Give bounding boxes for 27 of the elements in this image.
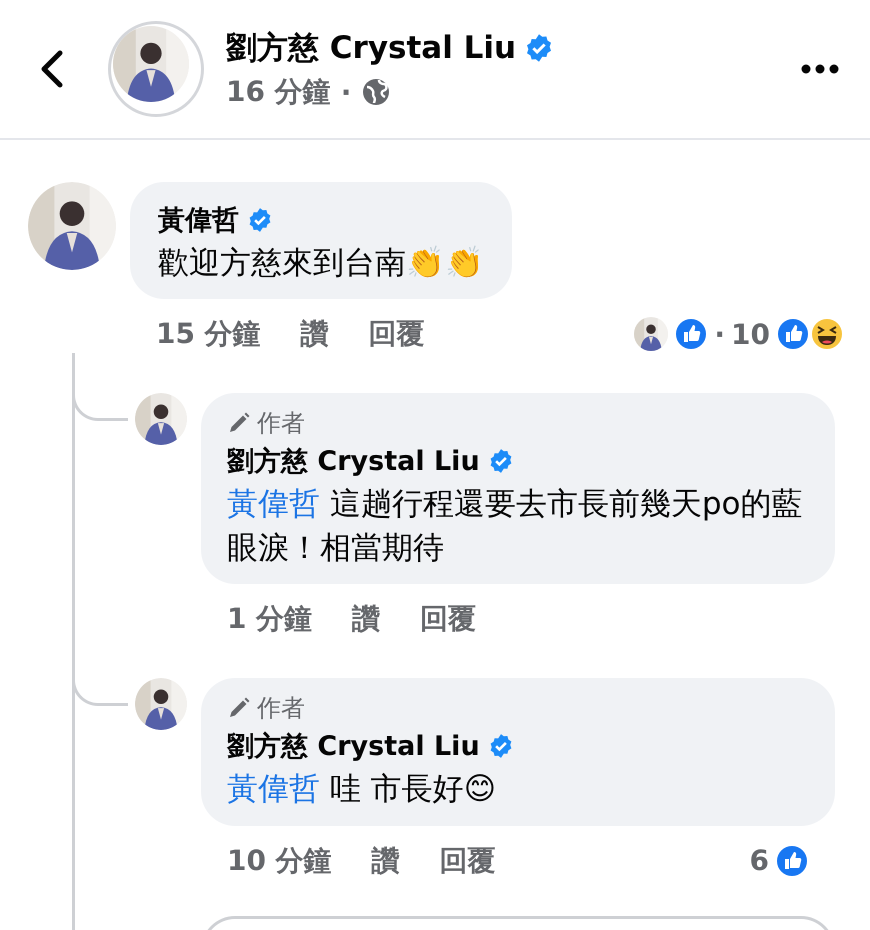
commenter-name[interactable]: 劉方慈 Crystal Liu [227,728,480,764]
separator-dot: · [340,76,352,108]
reply-text: 黃偉哲 這趟行程還要去市長前幾天po的藍眼淚！相當期待 [227,485,804,568]
author-label: 作者 [257,408,305,440]
separator-dot: · [714,318,726,351]
like-link[interactable]: 讚 [352,600,380,638]
reply-link[interactable]: 回覆 [440,842,496,880]
globe-icon [361,77,392,107]
like-link[interactable]: 讚 [300,315,329,354]
post-time: 16 分鐘 [226,74,331,110]
reaction-count: 10 [731,318,770,351]
commenter-name[interactable]: 劉方慈 Crystal Liu [227,443,480,480]
like-link[interactable]: 讚 [372,842,400,880]
more-options-icon[interactable] [800,63,840,75]
reply-link[interactable]: 回覆 [368,315,425,354]
comment-text: 歡迎方慈來到台南👏👏 [158,244,484,283]
page-author-name[interactable]: 劉方慈 Crystal Liu [226,27,516,69]
author-label: 作者 [257,693,305,724]
commenter-name[interactable]: 黃偉哲 [158,202,239,238]
comment-time: 15 分鐘 [156,316,261,352]
reply-text: 黃偉哲 哇 市長好😊 [227,770,498,810]
reaction-count: 6 [750,844,769,878]
mention-link[interactable]: 黃偉哲 [227,771,320,808]
comment-time: 1 分鐘 [227,601,312,638]
comment-time: 10 分鐘 [227,842,332,879]
mention-link[interactable]: 黃偉哲 [227,486,320,522]
reply-link[interactable]: 回覆 [420,600,476,638]
